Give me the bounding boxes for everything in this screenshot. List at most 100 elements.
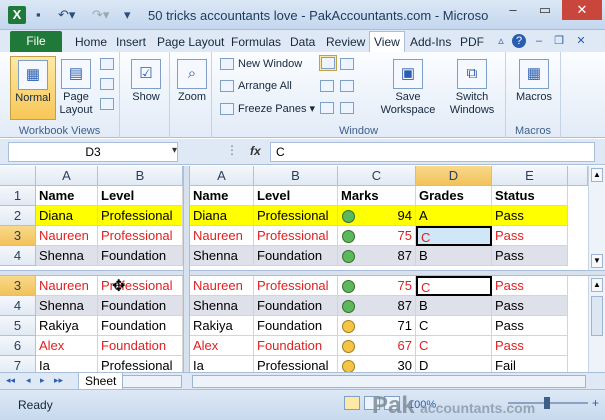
reset-window-position-icon[interactable] — [340, 102, 358, 115]
column-header-a[interactable]: A — [190, 166, 254, 186]
cell[interactable]: Professional — [254, 276, 338, 296]
cell[interactable]: Foundation — [254, 296, 338, 316]
cell[interactable]: Rakiya — [36, 316, 98, 336]
tab-page-layout[interactable]: Page Layout — [157, 35, 224, 49]
cell[interactable]: Diana — [36, 206, 98, 226]
cell[interactable]: Pass — [492, 226, 568, 246]
cell[interactable]: Alex — [36, 336, 98, 356]
select-all-corner[interactable] — [0, 166, 36, 186]
column-header-b[interactable]: B — [98, 166, 183, 186]
sheet-nav-first-icon[interactable]: ◂◂ — [6, 375, 15, 386]
cell[interactable]: Status — [492, 186, 568, 206]
active-cell[interactable]: C — [416, 276, 492, 296]
tab-file[interactable]: File — [10, 31, 62, 52]
cell[interactable]: Foundation — [254, 336, 338, 356]
cell[interactable]: Professional — [98, 206, 183, 226]
cell[interactable]: Grades — [416, 186, 492, 206]
tab-pdf[interactable]: PDF — [460, 35, 484, 49]
scroll-down-icon[interactable]: ▼ — [591, 254, 603, 268]
column-header-c[interactable]: C — [338, 166, 416, 186]
cell[interactable]: Naureen — [190, 226, 254, 246]
column-header-d[interactable]: D — [416, 166, 492, 186]
vertical-split-bar[interactable] — [183, 166, 190, 389]
cell[interactable]: Foundation — [98, 246, 183, 266]
cell[interactable]: Professional — [254, 206, 338, 226]
cell[interactable]: Naureen — [190, 276, 254, 296]
row-header[interactable]: 4 — [0, 246, 36, 266]
custom-views-icon[interactable] — [100, 78, 118, 91]
cell[interactable]: Rakiya — [190, 316, 254, 336]
customize-toolbar-icon[interactable]: ▾ — [124, 7, 131, 23]
minimize-icon[interactable]: – — [498, 0, 528, 20]
close-icon[interactable]: ✕ — [562, 0, 602, 20]
cell[interactable]: Professional — [254, 226, 338, 246]
cell[interactable]: Professional — [98, 226, 183, 246]
cell[interactable]: Pass — [492, 296, 568, 316]
column-header-a[interactable]: A — [36, 166, 98, 186]
scroll-up-icon[interactable]: ▲ — [591, 168, 603, 182]
cell[interactable]: Foundation — [98, 296, 183, 316]
cell[interactable]: Pass — [492, 206, 568, 226]
cell[interactable]: Pass — [492, 246, 568, 266]
cell[interactable]: Shenna — [36, 246, 98, 266]
window-close-icon[interactable]: ✕ — [574, 34, 588, 48]
show-button[interactable]: ☑ Show — [128, 56, 164, 120]
maximize-icon[interactable]: ▭ — [530, 0, 560, 20]
normal-view-button[interactable]: ▦ Normal — [10, 56, 56, 120]
sheet-nav-last-icon[interactable]: ▸▸ — [54, 375, 63, 386]
cell[interactable]: Naureen — [36, 276, 98, 296]
cell[interactable]: Shenna — [36, 296, 98, 316]
cell[interactable]: Shenna — [190, 296, 254, 316]
zoom-slider-thumb[interactable] — [544, 397, 550, 409]
cell[interactable]: Level — [98, 186, 183, 206]
cell[interactable]: Diana — [190, 206, 254, 226]
column-header-b[interactable]: B — [254, 166, 338, 186]
bottom-vertical-scrollbar[interactable]: ▲ — [588, 276, 605, 372]
left-horizontal-scrollbar[interactable] — [122, 375, 182, 388]
row-header[interactable]: 1 — [0, 186, 36, 206]
cell[interactable]: Foundation — [254, 246, 338, 266]
tab-review[interactable]: Review — [326, 35, 365, 49]
tab-insert[interactable]: Insert — [116, 35, 146, 49]
row-header[interactable]: 3 — [0, 226, 36, 246]
cell[interactable]: Foundation — [98, 336, 183, 356]
right-horizontal-scrollbar[interactable] — [192, 375, 586, 388]
cell[interactable]: Shenna — [190, 246, 254, 266]
scroll-up-icon[interactable]: ▲ — [591, 278, 603, 292]
cell[interactable]: Name — [36, 186, 98, 206]
tab-data[interactable]: Data — [290, 35, 315, 49]
cell[interactable]: C — [416, 336, 492, 356]
cell[interactable]: Pass — [492, 336, 568, 356]
page-break-preview-icon[interactable] — [100, 58, 118, 71]
unhide-window-icon[interactable] — [320, 102, 338, 115]
redo-icon[interactable]: ↷▾ — [92, 7, 109, 23]
cell[interactable]: Name — [190, 186, 254, 206]
column-header-f[interactable] — [568, 166, 588, 186]
name-box[interactable]: D3 — [8, 142, 178, 162]
full-screen-icon[interactable] — [100, 98, 118, 111]
tab-view[interactable]: View — [369, 31, 405, 52]
tab-add-ins[interactable]: Add-Ins — [410, 35, 451, 49]
view-side-by-side-icon[interactable] — [340, 58, 358, 71]
row-header[interactable]: 5 — [0, 316, 36, 336]
cell[interactable]: B — [416, 296, 492, 316]
zoom-in-icon[interactable]: + — [592, 396, 599, 410]
help-icon[interactable]: ? — [512, 34, 526, 48]
name-box-dropdown-icon[interactable]: ▾ — [172, 145, 177, 156]
window-minimize-icon[interactable]: – — [532, 34, 546, 48]
cell[interactable]: Naureen — [36, 226, 98, 246]
sheet-tab[interactable]: Sheet — [78, 373, 124, 390]
formula-input[interactable]: C — [270, 142, 595, 162]
scroll-thumb[interactable] — [591, 296, 603, 336]
cell[interactable]: B — [416, 246, 492, 266]
save-workspace-button[interactable]: ▣ Save Workspace — [378, 56, 438, 120]
insert-function-icon[interactable]: fx — [250, 144, 261, 158]
cell[interactable]: Foundation — [98, 316, 183, 336]
cell[interactable]: A — [416, 206, 492, 226]
hide-window-icon[interactable] — [320, 80, 338, 93]
sheet-nav-prev-icon[interactable]: ◂ — [26, 375, 31, 386]
active-cell[interactable]: C — [416, 226, 492, 246]
page-layout-view-button[interactable]: ▤ Page Layout — [58, 56, 94, 120]
row-header[interactable]: 6 — [0, 336, 36, 356]
arrange-all-button[interactable]: Arrange All — [220, 80, 292, 93]
